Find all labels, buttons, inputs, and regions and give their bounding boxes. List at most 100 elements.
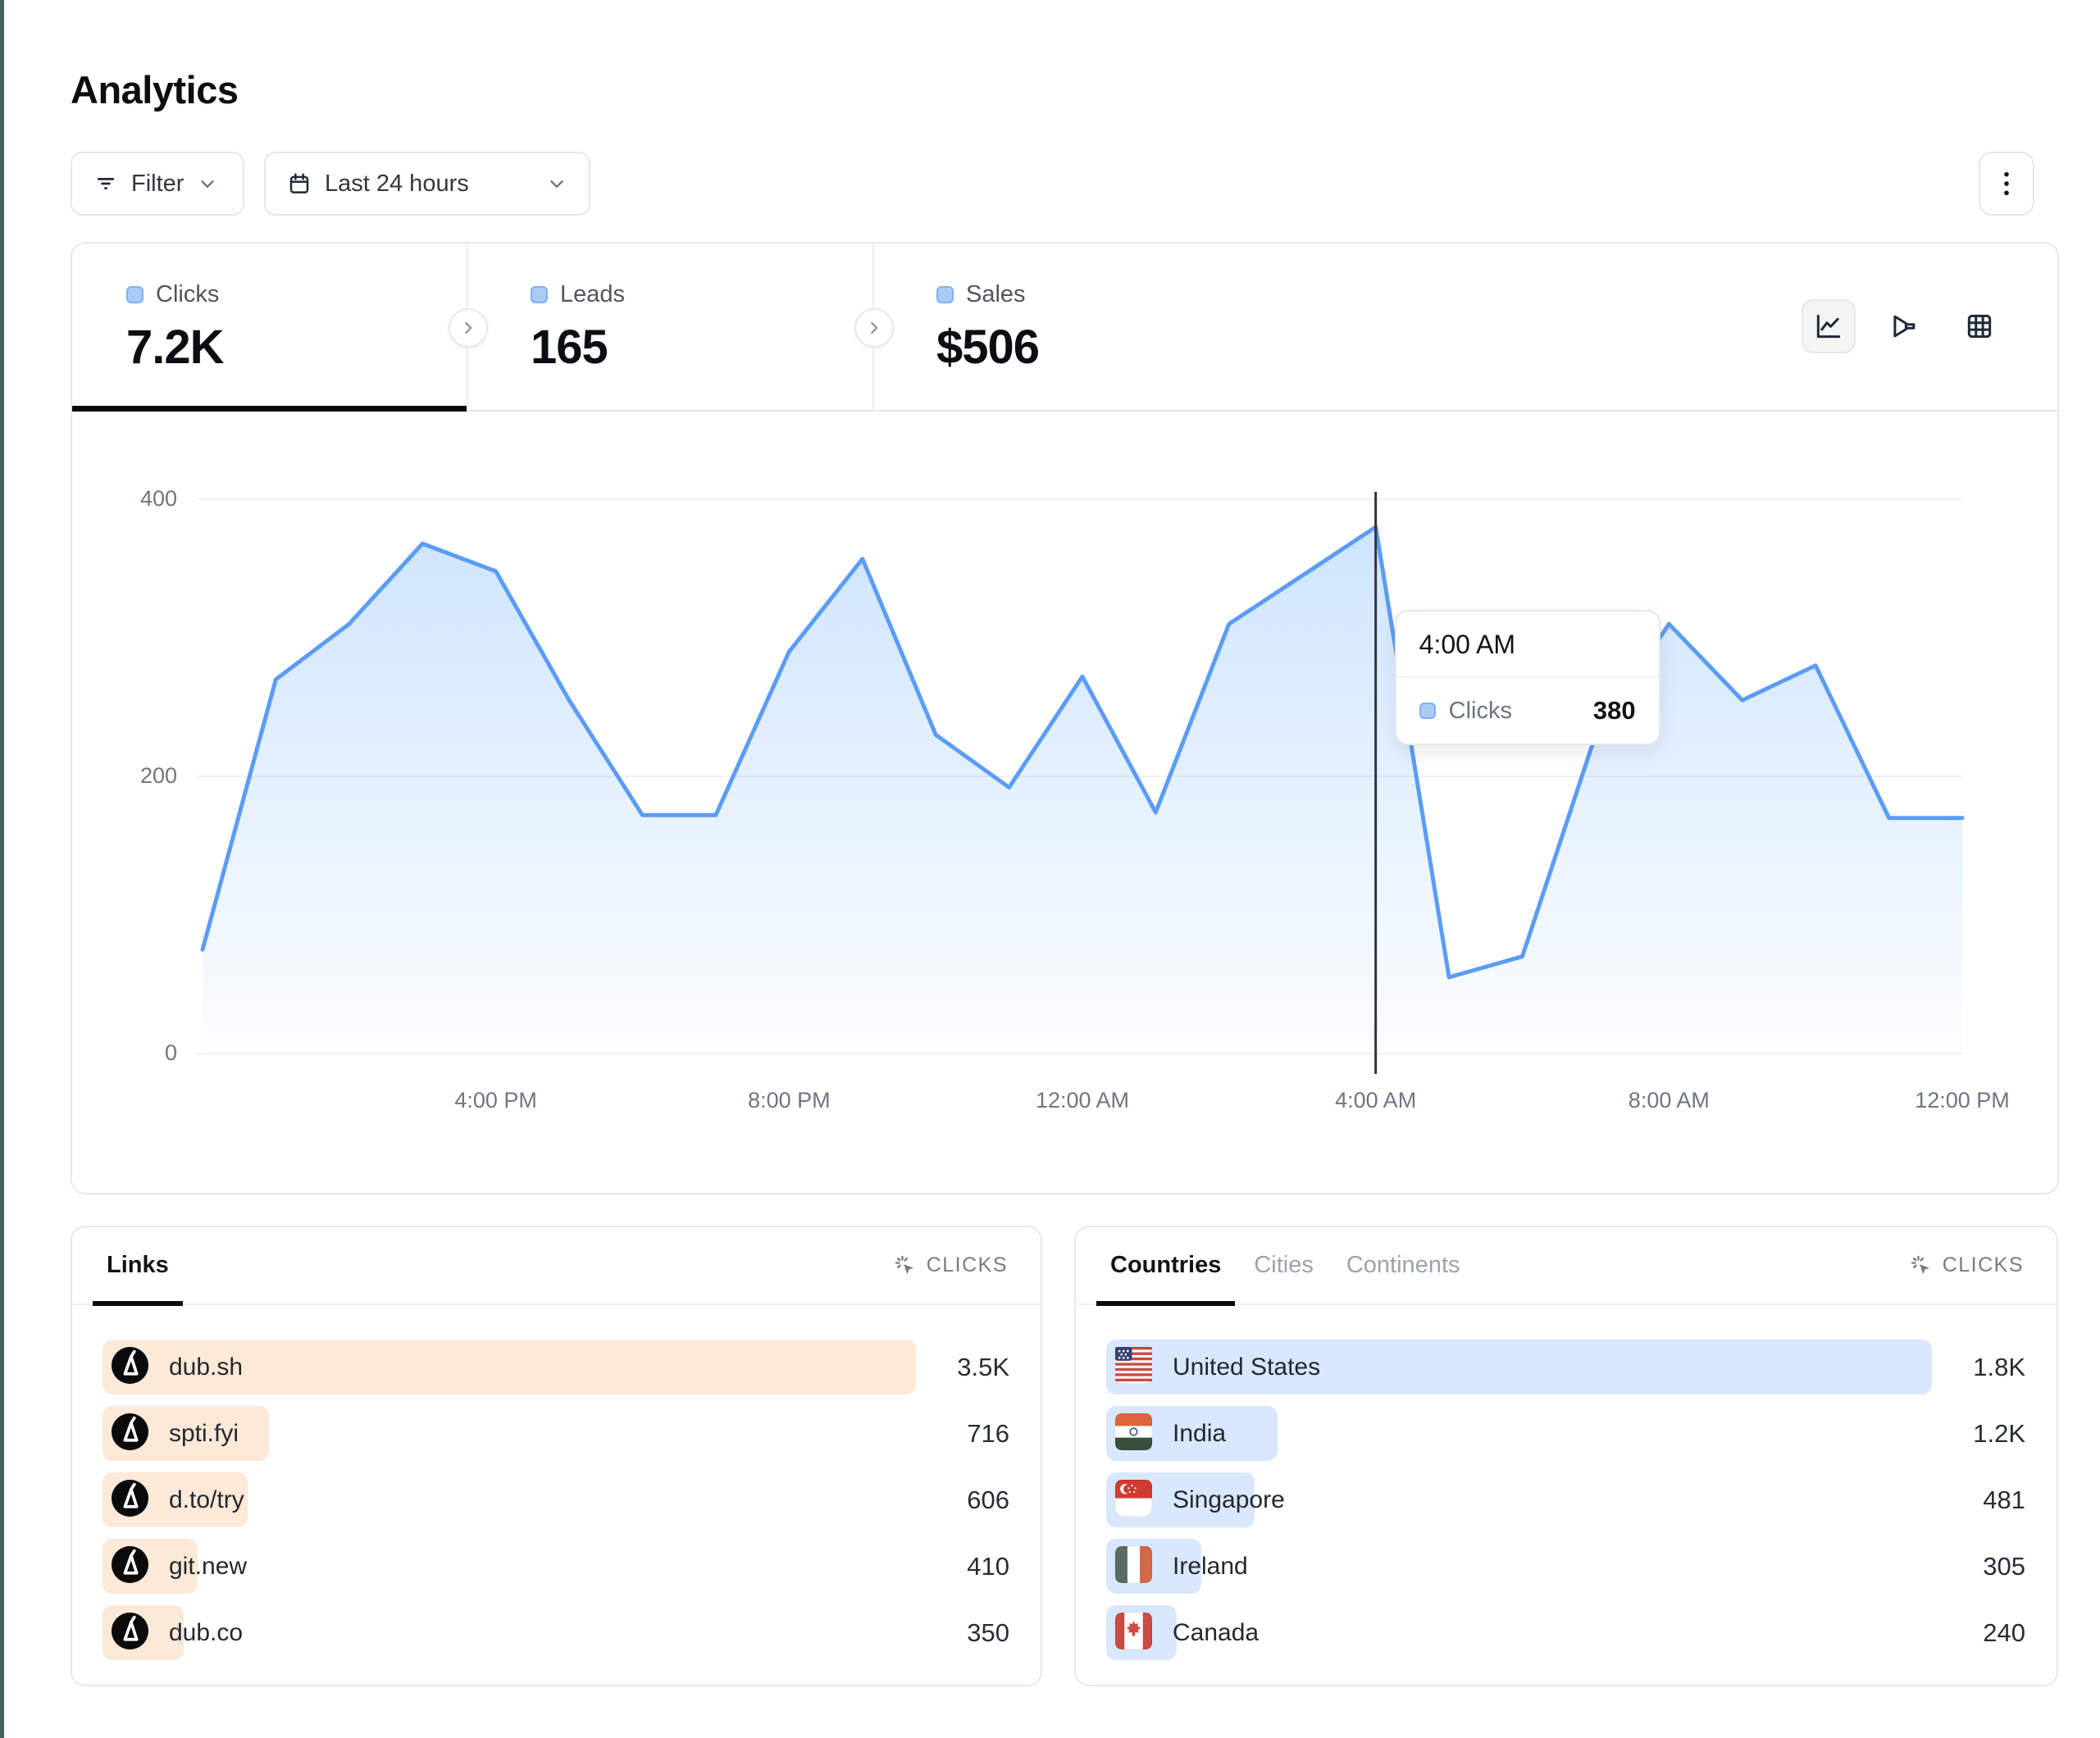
- date-range-button[interactable]: Last 24 hours: [264, 152, 590, 216]
- tooltip-value: 380: [1593, 696, 1636, 726]
- tab-links[interactable]: Links: [93, 1226, 183, 1304]
- row-label: India: [1173, 1420, 1226, 1448]
- dub-logo-icon: [112, 1347, 148, 1384]
- funnel-view-button[interactable]: [1877, 299, 1931, 353]
- next-stat-button[interactable]: [854, 308, 894, 348]
- stat-value: $506: [936, 320, 1284, 375]
- analytics-card: Clicks 7.2K Leads 165 Sales $506: [71, 242, 2059, 1194]
- filter-button[interactable]: Filter: [71, 152, 244, 216]
- y-tick-label: 400: [95, 486, 177, 512]
- list-item[interactable]: Singapore 481: [1106, 1472, 2025, 1527]
- row-label: Canada: [1173, 1619, 1259, 1647]
- list-item[interactable]: United States 1.8K: [1106, 1340, 2025, 1394]
- tab-leads[interactable]: Leads 165: [468, 243, 874, 410]
- funnel-icon: [1888, 311, 1920, 342]
- row-label: Singapore: [1173, 1486, 1285, 1514]
- date-range-label: Last 24 hours: [325, 171, 469, 198]
- tab-cities[interactable]: Cities: [1240, 1226, 1328, 1304]
- tab-sales[interactable]: Sales $506: [874, 243, 1284, 410]
- row-label: dub.co: [169, 1619, 243, 1647]
- stat-label: Clicks: [156, 281, 219, 308]
- cursor-click-icon: [894, 1254, 917, 1277]
- row-value: 240: [1943, 1618, 2025, 1648]
- list-item[interactable]: Ireland 305: [1106, 1539, 2025, 1594]
- y-tick-label: 200: [95, 763, 177, 789]
- tab-continents[interactable]: Continents: [1332, 1226, 1474, 1304]
- row-icon: [1115, 1546, 1152, 1587]
- kebab-menu-icon: [1995, 170, 2018, 198]
- links-panel: Links CLICKS dub.sh: [71, 1226, 1042, 1686]
- flag-singapore-icon: [1115, 1506, 1152, 1517]
- line-chart-view-button[interactable]: [1802, 299, 1856, 353]
- row-icon: [1115, 1347, 1152, 1388]
- links-panel-header: Links CLICKS: [72, 1227, 1041, 1305]
- stat-label: Sales: [966, 281, 1026, 308]
- x-tick-label: 12:00 AM: [1000, 1088, 1164, 1113]
- dub-logo-icon: [112, 1413, 148, 1450]
- filter-button-label: Filter: [131, 171, 184, 198]
- list-item[interactable]: India 1.2K: [1106, 1406, 2025, 1461]
- row-label: d.to/try: [169, 1486, 244, 1514]
- tab-clicks[interactable]: Clicks 7.2K: [72, 243, 468, 410]
- row-label: spti.fyi: [169, 1420, 239, 1448]
- tab-label: Continents: [1346, 1252, 1460, 1279]
- more-options-button[interactable]: [1979, 152, 2034, 216]
- cursor-click-icon: [1910, 1254, 1933, 1277]
- dub-logo-icon: [112, 1480, 148, 1517]
- tab-label: Cities: [1254, 1252, 1314, 1279]
- calendar-icon: [287, 171, 312, 196]
- links-metric-selector[interactable]: CLICKS: [894, 1253, 1008, 1277]
- row-label: git.new: [169, 1553, 247, 1581]
- leads-legend-square: [531, 286, 548, 303]
- chart-tooltip: 4:00 AM Clicks 380: [1395, 610, 1660, 745]
- metric-label: CLICKS: [1943, 1253, 2024, 1277]
- row-icon: [112, 1546, 148, 1587]
- active-tab-underline: [72, 406, 467, 412]
- countries-panel-header: Countries Cities Continents CLICKS: [1076, 1227, 2057, 1305]
- flag-us-icon: [1115, 1373, 1152, 1384]
- page-title: Analytics: [71, 67, 238, 112]
- tooltip-series-label: Clicks: [1449, 698, 1512, 725]
- x-tick-label: 8:00 PM: [707, 1088, 871, 1113]
- tab-countries[interactable]: Countries: [1096, 1226, 1235, 1304]
- x-tick-label: 8:00 AM: [1587, 1088, 1751, 1113]
- row-value: 716: [927, 1419, 1009, 1449]
- chevron-down-icon: [197, 173, 218, 194]
- chart-canvas: [72, 461, 2057, 1133]
- tab-label: Countries: [1110, 1252, 1221, 1279]
- row-icon: [112, 1347, 148, 1388]
- metric-label: CLICKS: [927, 1253, 1008, 1277]
- row-icon: [112, 1480, 148, 1521]
- sales-legend-square: [936, 286, 954, 303]
- row-value: 1.2K: [1943, 1419, 2025, 1449]
- row-icon: [1115, 1613, 1152, 1654]
- row-value: 481: [1943, 1485, 2025, 1515]
- list-item[interactable]: dub.co 350: [102, 1605, 1009, 1660]
- chevron-down-icon: [546, 173, 567, 194]
- countries-list: United States 1.8K India 1.2K Singapore …: [1076, 1305, 2057, 1660]
- tooltip-legend-square: [1419, 703, 1436, 719]
- row-label: Ireland: [1173, 1553, 1248, 1581]
- row-icon: [112, 1613, 148, 1654]
- countries-metric-selector[interactable]: CLICKS: [1910, 1253, 2024, 1277]
- table-view-button[interactable]: [1952, 299, 2007, 353]
- list-item[interactable]: Canada 240: [1106, 1605, 2025, 1660]
- row-value: 410: [927, 1552, 1009, 1581]
- next-stat-button[interactable]: [449, 308, 488, 348]
- clicks-time-series-chart[interactable]: 0200400 4:00 PM8:00 PM12:00 AM4:00 AM8:0…: [72, 461, 2057, 1133]
- list-item[interactable]: git.new 410: [102, 1539, 1009, 1594]
- links-list: dub.sh 3.5K spti.fyi 716 d.to/try 606: [72, 1305, 1041, 1660]
- list-item[interactable]: d.to/try 606: [102, 1472, 1009, 1527]
- list-item[interactable]: dub.sh 3.5K: [102, 1340, 1009, 1394]
- flag-ireland-icon: [1115, 1572, 1152, 1583]
- row-value: 305: [1943, 1552, 2025, 1581]
- x-tick-label: 12:00 PM: [1880, 1088, 2044, 1113]
- table-grid-icon: [1964, 311, 1995, 342]
- stat-value: 165: [531, 320, 872, 375]
- row-label: United States: [1173, 1354, 1320, 1381]
- dub-logo-icon: [112, 1546, 148, 1583]
- x-tick-label: 4:00 PM: [414, 1088, 578, 1113]
- line-chart-icon: [1813, 311, 1844, 342]
- x-tick-label: 4:00 AM: [1294, 1088, 1458, 1113]
- list-item[interactable]: spti.fyi 716: [102, 1406, 1009, 1461]
